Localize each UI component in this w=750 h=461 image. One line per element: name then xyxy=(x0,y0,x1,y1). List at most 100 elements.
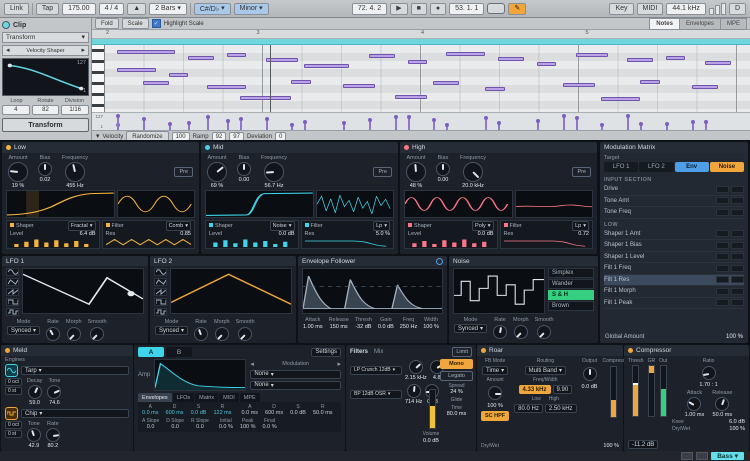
decay-knob[interactable] xyxy=(28,385,42,399)
midi-note[interactable] xyxy=(692,85,718,89)
noise-mode-menu[interactable]: Synced▾ xyxy=(454,324,487,333)
random-wave-icon[interactable] xyxy=(154,308,167,316)
engine-tab-a[interactable]: A xyxy=(138,347,164,357)
width-value[interactable]: 100 % xyxy=(423,324,439,330)
pre-toggle[interactable]: Pre xyxy=(572,167,591,177)
square-wave-icon[interactable] xyxy=(154,298,167,306)
volume-value[interactable]: 0.0 dB xyxy=(420,438,442,444)
attack-value[interactable]: 0.0 ms xyxy=(142,410,159,416)
target-tab-env[interactable]: Env xyxy=(675,162,709,172)
engine-b-waveform-icon[interactable] xyxy=(5,407,18,420)
velocity-stem[interactable] xyxy=(227,121,229,130)
play-button[interactable]: ▶ xyxy=(390,3,407,15)
attack-knob[interactable] xyxy=(687,397,701,411)
frequency-knob[interactable] xyxy=(65,162,85,182)
midi-note[interactable] xyxy=(576,53,608,57)
tap-tempo-button[interactable]: Tap xyxy=(36,3,59,15)
velocity-stem[interactable] xyxy=(705,122,707,130)
a-slope-value[interactable]: 0.0 xyxy=(147,424,155,430)
attack-value[interactable]: 1.00 ms xyxy=(303,324,323,330)
noise-mode-brown[interactable]: Brown xyxy=(548,301,594,311)
bias-knob[interactable] xyxy=(38,162,52,176)
lfo-mode-menu[interactable]: Synced▾ xyxy=(155,326,188,335)
mono-toggle[interactable]: Mono xyxy=(440,359,473,369)
tab-envelopes[interactable]: Envelopes xyxy=(138,393,172,402)
waveform-display[interactable] xyxy=(515,190,593,218)
tab-midi[interactable]: MIDI xyxy=(219,393,239,402)
track-selector[interactable]: Bass ▾ xyxy=(711,452,744,460)
tab-lfos[interactable]: LFOs xyxy=(173,393,194,402)
velocity-stem[interactable] xyxy=(485,118,487,130)
lfo1-waveform-display[interactable] xyxy=(22,268,144,314)
midi-note[interactable] xyxy=(640,80,659,84)
tab-envelopes[interactable]: Envelopes xyxy=(679,18,721,30)
triangle-wave-icon[interactable] xyxy=(154,278,167,286)
rate-knob[interactable] xyxy=(493,325,507,339)
smooth-knob[interactable] xyxy=(537,325,551,339)
velocity-stem[interactable] xyxy=(692,122,694,131)
res-value[interactable]: 5.0 % xyxy=(376,231,390,237)
waveform-display[interactable] xyxy=(316,190,394,218)
midi-note[interactable] xyxy=(601,97,640,101)
matrix-row[interactable]: Filt 1 Morph xyxy=(604,286,744,298)
filter-type-menu[interactable]: Lp▾ xyxy=(373,221,390,231)
scene-box[interactable] xyxy=(696,452,708,460)
tab-notes[interactable]: Notes xyxy=(649,18,680,30)
velocity-stem[interactable] xyxy=(291,125,293,130)
velocity-stem[interactable] xyxy=(266,119,268,130)
low-crossover-field[interactable]: 80.0 Hz xyxy=(514,404,543,413)
frequency-knob[interactable] xyxy=(463,162,483,182)
glide-time-value[interactable]: 80.0 ms xyxy=(447,411,467,417)
output-knob[interactable] xyxy=(583,367,597,381)
mod-target-menu-1[interactable]: None▾ xyxy=(250,370,341,379)
velocity-curve-display[interactable]: 127 1 xyxy=(2,58,89,96)
release-value[interactable]: 50.0 ms xyxy=(313,410,333,416)
knee-value[interactable]: 6.0 dB xyxy=(729,419,745,425)
band-freq-field[interactable]: 4.33 kHz xyxy=(519,385,551,394)
midi-note[interactable] xyxy=(563,83,595,87)
engine-b-semitone-field[interactable]: 0 st xyxy=(5,430,22,438)
engine-b-type-menu[interactable]: Chip▾ xyxy=(21,409,129,418)
rate-knob[interactable] xyxy=(194,327,208,341)
midi-note[interactable] xyxy=(395,95,427,99)
velocity-stem[interactable] xyxy=(408,117,410,130)
decay-value[interactable]: 600 ms xyxy=(166,410,184,416)
velocity-stem[interactable] xyxy=(537,121,539,130)
velocity-stem[interactable] xyxy=(640,124,642,130)
midi-note[interactable] xyxy=(343,84,375,88)
waveform-display[interactable] xyxy=(117,190,195,218)
release-value[interactable]: 150 ms xyxy=(330,324,348,330)
midi-note[interactable] xyxy=(408,60,427,64)
velocity-stem[interactable] xyxy=(446,125,448,130)
volume-slider[interactable] xyxy=(429,389,436,429)
routing-menu[interactable]: Multi Band▾ xyxy=(525,366,566,375)
quantize-menu[interactable]: 2 Bars▾ xyxy=(149,3,187,15)
midi-note[interactable] xyxy=(188,56,214,60)
release-knob[interactable] xyxy=(715,397,729,411)
scale-root-menu[interactable]: C#/D♭▾ xyxy=(194,3,231,15)
noise-mode-wander[interactable]: Wander xyxy=(548,279,594,289)
decay-value[interactable]: 600 ms xyxy=(265,410,283,416)
chevron-left-icon[interactable]: ◂ xyxy=(250,361,254,368)
midi-note[interactable] xyxy=(291,80,310,84)
rate-knob[interactable] xyxy=(46,428,60,442)
midi-note[interactable] xyxy=(117,68,156,72)
loop-start-field[interactable]: 53. 1. 1 xyxy=(449,3,484,15)
velocity-stem[interactable] xyxy=(563,116,565,130)
velocity-stem[interactable] xyxy=(343,123,345,130)
smooth-knob[interactable] xyxy=(238,327,252,341)
bias-knob[interactable] xyxy=(237,162,251,176)
pre-toggle[interactable]: Pre xyxy=(174,167,193,177)
target-tab-lfo1[interactable]: LFO 1 xyxy=(604,162,638,172)
tone-knob[interactable] xyxy=(47,385,61,399)
limit-toggle[interactable]: Limit xyxy=(452,347,472,357)
fb-mode-menu[interactable]: Time▾ xyxy=(482,366,508,375)
r-slope-value[interactable]: 0.0 xyxy=(196,424,204,430)
shaper-type-menu[interactable]: Fractal▾ xyxy=(68,221,96,231)
amount-knob[interactable] xyxy=(207,162,227,182)
midi-note[interactable] xyxy=(446,52,485,56)
note-grid[interactable] xyxy=(92,45,750,112)
band-width-field[interactable]: 9.90 xyxy=(553,385,573,394)
velocity-stem[interactable] xyxy=(304,122,306,130)
midi-note[interactable] xyxy=(369,54,395,58)
